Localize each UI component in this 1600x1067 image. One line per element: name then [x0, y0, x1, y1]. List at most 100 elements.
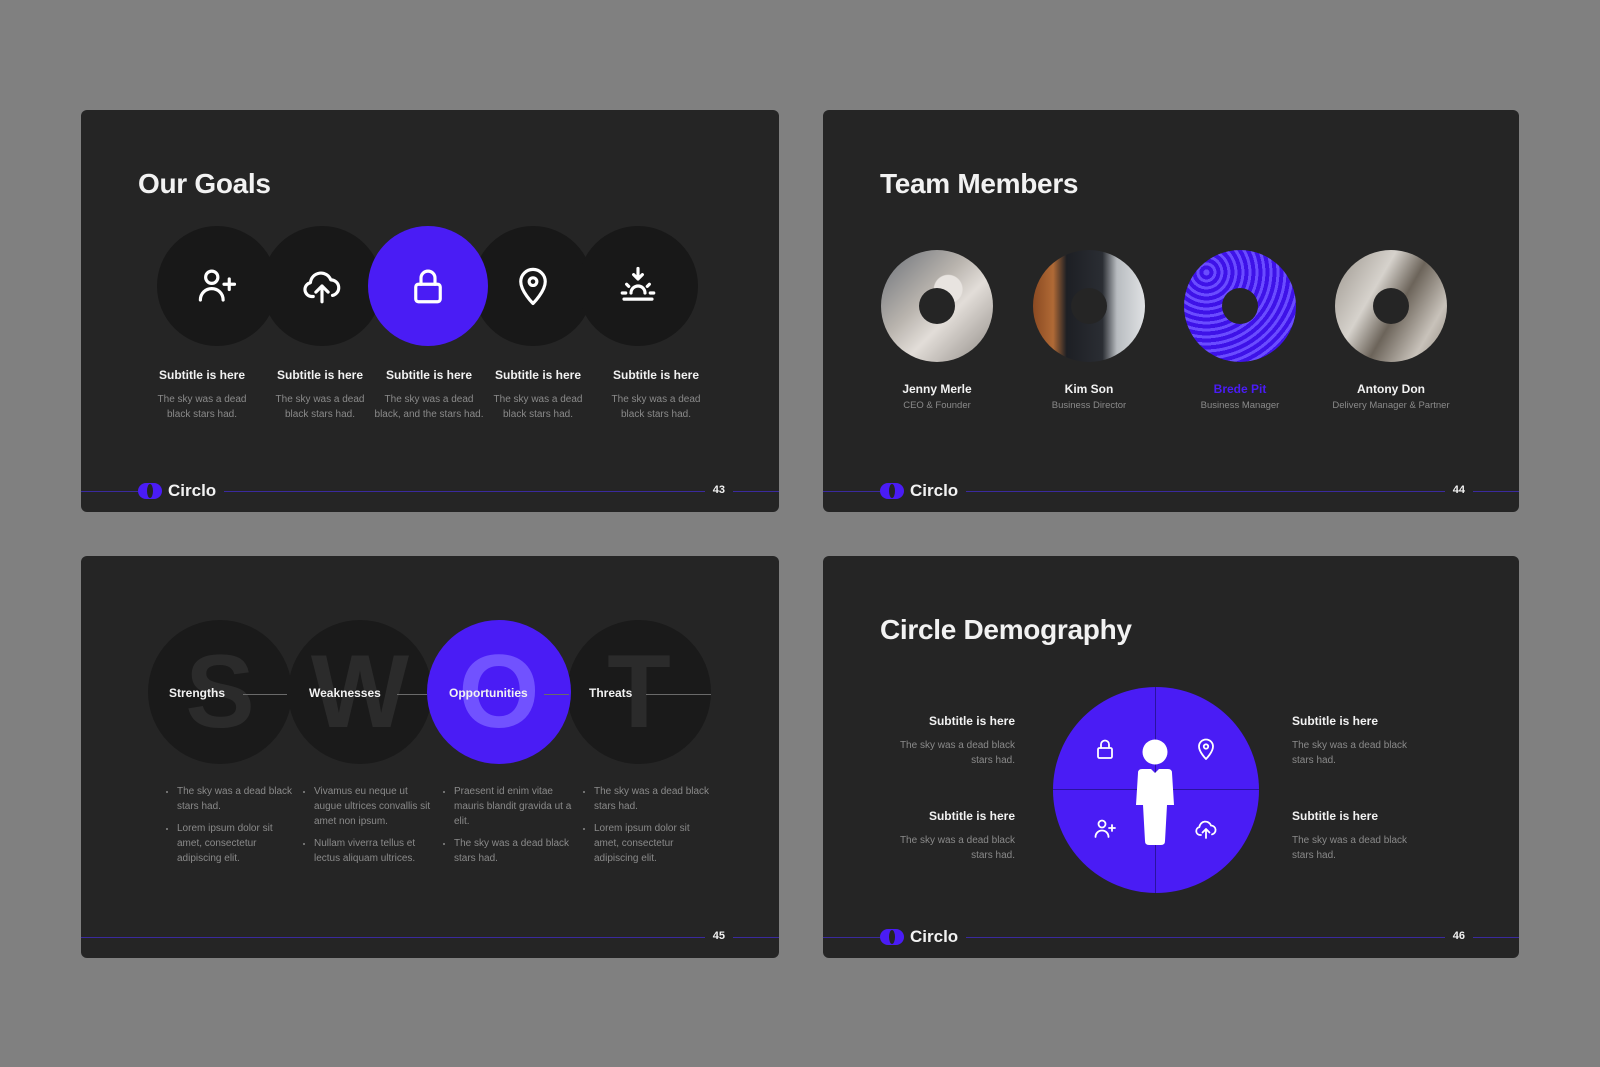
connector-line — [397, 694, 427, 695]
demo-text-bottom-left: Subtitle is here The sky was a dead blac… — [885, 809, 1015, 863]
brand-logo: Circlo — [880, 926, 967, 948]
lock-icon — [414, 269, 442, 304]
bullet-item: The sky was a dead black stars had. — [454, 836, 574, 866]
goal-text-1: Subtitle is here The sky was a dead blac… — [147, 368, 257, 422]
demo-subtitle: Subtitle is here — [928, 714, 1015, 728]
bullet-item: Praesent id enim vitae mauris blandit gr… — [454, 784, 574, 829]
slide-title: Team Members — [880, 168, 1079, 199]
brand-name: Circlo — [910, 927, 959, 946]
goal-circle-5 — [578, 226, 698, 346]
member-photo — [1335, 250, 1447, 362]
person-icon — [1136, 739, 1174, 845]
swot-bullets-opportunities: Praesent id enim vitae mauris blandit gr… — [438, 784, 574, 873]
team-member-card: Kim Son Business Director — [1014, 250, 1164, 411]
slide-swot[interactable]: S W O T Strengths Weaknesses Opportuniti… — [81, 556, 779, 958]
page-number: 44 — [1444, 484, 1473, 496]
goal-subtitle: Subtitle is here — [385, 368, 473, 382]
connector-line — [243, 694, 287, 695]
bullet-item: Nullam viverra tellus et lectus aliquam … — [314, 836, 434, 866]
location-pin-icon — [519, 267, 547, 306]
sunset-icon — [620, 266, 656, 301]
member-role: Delivery Manager & Partner — [1332, 400, 1450, 411]
member-name: Kim Son — [1064, 382, 1114, 396]
page-number: 45 — [704, 930, 733, 942]
goal-circle-4 — [473, 226, 593, 346]
slide-our-goals[interactable]: Our Goals Subtitle is here The sky was a… — [81, 110, 779, 512]
location-pin-icon — [1198, 738, 1214, 760]
circlo-logo-icon — [138, 483, 162, 499]
demo-subtitle: Subtitle is here — [928, 809, 1015, 823]
goal-subtitle: Subtitle is here — [158, 368, 246, 382]
member-photo — [1184, 250, 1296, 362]
member-role: Business Director — [1051, 400, 1127, 411]
member-photo — [881, 250, 993, 362]
member-role: CEO & Founder — [903, 400, 971, 411]
footer-divider — [81, 937, 779, 938]
cloud-upload-icon — [303, 271, 341, 304]
user-plus-icon — [1094, 819, 1116, 838]
member-name: Brede Pit — [1213, 382, 1267, 396]
connector-line — [646, 694, 711, 695]
brand-name: Circlo — [168, 481, 217, 500]
circlo-logo-icon — [880, 483, 904, 499]
demo-text-bottom-right: Subtitle is here The sky was a dead blac… — [1292, 809, 1422, 863]
goal-circle-2 — [262, 226, 382, 346]
goal-description: The sky was a dead black stars had. — [493, 394, 583, 420]
brand-logo: Circlo — [138, 480, 225, 502]
bullet-item: Lorem ipsum dolor sit amet, consectetur … — [594, 821, 714, 866]
demo-description: The sky was a dead black stars had. — [899, 835, 1015, 861]
goal-text-4: Subtitle is here The sky was a dead blac… — [483, 368, 593, 422]
demo-description: The sky was a dead black stars had. — [899, 740, 1015, 766]
member-photo — [1033, 250, 1145, 362]
slide-team-members[interactable]: Team Members Jenny Merle CEO & Founder K… — [823, 110, 1519, 512]
bullet-item: The sky was a dead black stars had. — [594, 784, 714, 814]
goal-description: The sky was a dead black stars had. — [157, 394, 247, 420]
team-member-card: Jenny Merle CEO & Founder — [862, 250, 1012, 411]
lock-icon — [1097, 739, 1113, 759]
user-plus-icon — [198, 269, 237, 302]
swot-label: Weaknesses — [309, 686, 381, 700]
slide-title: Our Goals — [138, 168, 271, 199]
goal-description: The sky was a dead black stars had. — [611, 394, 701, 420]
swot-bullets-threats: The sky was a dead black stars had. Lore… — [578, 784, 714, 873]
goal-subtitle: Subtitle is here — [494, 368, 582, 382]
bullet-item: The sky was a dead black stars had. — [177, 784, 297, 814]
slide-circle-demography[interactable]: Circle Demography Subtitle is here The s… — [823, 556, 1519, 958]
demo-description: The sky was a dead black stars had. — [1292, 835, 1408, 861]
demo-subtitle: Subtitle is here — [1292, 714, 1379, 728]
goal-subtitle: Subtitle is here — [612, 368, 700, 382]
slide-title: Circle Demography — [880, 614, 1132, 645]
swot-bullets-weaknesses: Vivamus eu neque ut augue ultrices conva… — [298, 784, 434, 873]
goal-description: The sky was a dead black stars had. — [275, 394, 365, 420]
page-number: 43 — [704, 484, 733, 496]
demo-text-top-left: Subtitle is here The sky was a dead blac… — [885, 714, 1015, 768]
swot-bullets-strengths: The sky was a dead black stars had. Lore… — [161, 784, 297, 873]
swot-label: Opportunities — [449, 686, 528, 700]
goal-circle-3-active — [368, 226, 488, 346]
goal-subtitle: Subtitle is here — [276, 368, 364, 382]
demo-text-top-right: Subtitle is here The sky was a dead blac… — [1292, 714, 1422, 768]
goal-circle-1 — [157, 226, 277, 346]
cloud-upload-icon — [1195, 820, 1217, 839]
brand-logo: Circlo — [880, 480, 967, 502]
connector-line — [544, 694, 569, 695]
bullet-item: Vivamus eu neque ut augue ultrices conva… — [314, 784, 434, 829]
circlo-logo-icon — [880, 929, 904, 945]
member-name: Antony Don — [1357, 382, 1425, 396]
team-member-card: Antony Don Delivery Manager & Partner — [1316, 250, 1466, 411]
goal-text-3: Subtitle is here The sky was a dead blac… — [374, 368, 484, 422]
goal-text-2: Subtitle is here The sky was a dead blac… — [265, 368, 375, 422]
goal-description: The sky was a dead black, and the stars … — [374, 394, 484, 420]
goal-text-5: Subtitle is here The sky was a dead blac… — [601, 368, 711, 422]
page-number: 46 — [1444, 930, 1473, 942]
member-name: Jenny Merle — [902, 382, 972, 396]
team-member-card: Brede Pit Business Manager — [1165, 250, 1315, 411]
demography-circle — [1053, 687, 1259, 893]
bullet-item: Lorem ipsum dolor sit amet, consectetur … — [177, 821, 297, 866]
demo-description: The sky was a dead black stars had. — [1292, 740, 1408, 766]
member-role: Business Manager — [1200, 400, 1280, 411]
swot-label: Strengths — [169, 686, 226, 700]
demo-subtitle: Subtitle is here — [1292, 809, 1379, 823]
brand-name: Circlo — [910, 481, 959, 500]
swot-label: Threats — [589, 686, 633, 700]
